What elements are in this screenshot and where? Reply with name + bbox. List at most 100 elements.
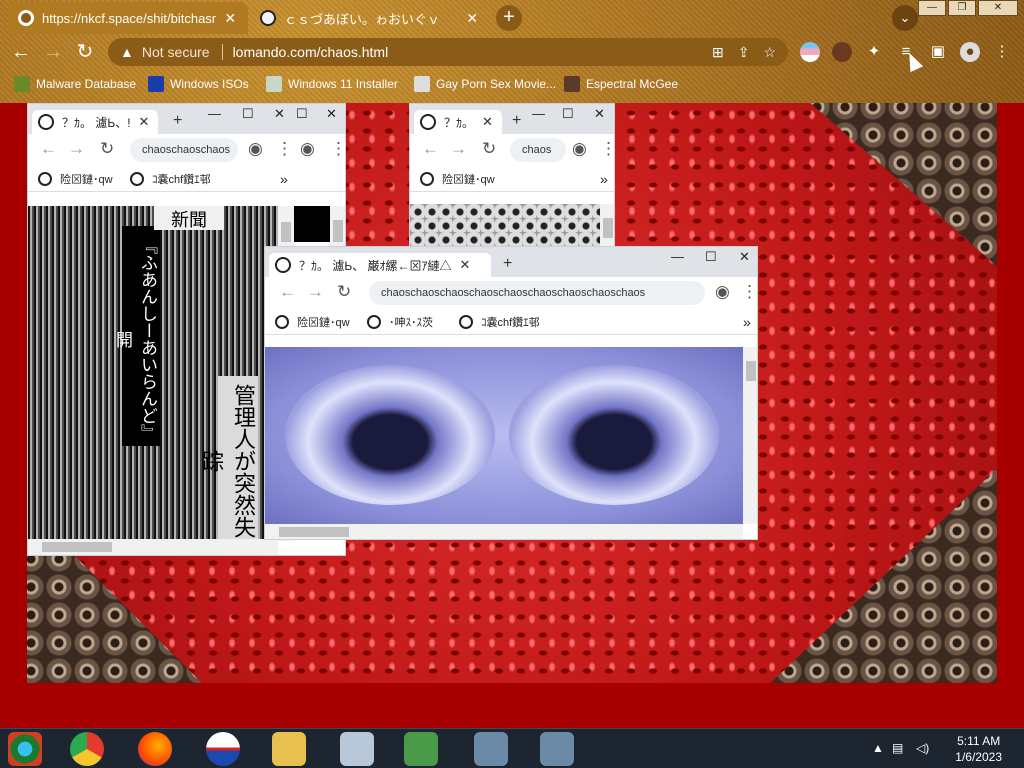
close-window-button[interactable]: ✕ [594,106,605,122]
popup-bookmark[interactable]: 险⊠鏈･qw [420,171,495,187]
forward-button[interactable]: → [40,39,66,65]
close-window-button[interactable]: ✕ [326,106,337,122]
remote-desktop-icon[interactable] [540,732,574,766]
network-icon[interactable] [404,732,438,766]
minimize-button[interactable]: — [918,0,946,16]
reload-button[interactable]: ↻ [337,282,351,302]
menu-dots-icon[interactable]: ⋮ [330,139,345,159]
close-tab-icon[interactable]: ✕ [460,257,471,273]
tab-csz[interactable]: ｃｓづあぼい。ゎおいぐｖ ✕ [250,2,490,34]
file-explorer-icon[interactable] [272,732,306,766]
tab-search-button[interactable]: ⌄ [892,5,918,31]
close-tab-icon[interactable]: ✕ [482,114,493,130]
back-button[interactable]: ← [40,139,57,159]
maximize-button[interactable]: ☐ [705,249,717,265]
close-tab-icon[interactable]: ✕ [139,114,150,130]
menu-dots-icon[interactable]: ⋮ [600,139,614,159]
horizontal-scrollbar[interactable] [265,524,743,539]
network-status-icon[interactable]: ▤ [892,741,903,755]
bookmark-windows-isos[interactable]: Windows ISOs [148,76,249,92]
popup-tab[interactable]: ？ｶ。 濾Ь、 巌ｵ縲←⊠ｱ縺△ ✕ [269,253,491,277]
forward-button[interactable]: → [450,139,467,159]
puzzle-extensions-icon[interactable]: ✦ [864,42,884,62]
remote-desktop-icon[interactable] [474,732,508,766]
menu-dots-icon[interactable]: ⋮ [276,139,293,159]
minimize-button[interactable]: — [671,249,684,264]
chrome-icon[interactable] [70,732,104,766]
scroll-thumb[interactable] [279,527,349,537]
maximize-button[interactable]: ❐ [948,0,976,16]
bookmarks-overflow-chevron-icon[interactable]: » [600,171,608,187]
bookmark-espectral-mcgee[interactable]: Espectral McGee [564,76,678,92]
scroll-thumb[interactable] [603,218,613,238]
maximize-button[interactable]: ☐ [296,106,308,122]
flag-extension-icon[interactable] [800,42,820,62]
menu-dots-icon[interactable]: ⋮ [741,282,757,302]
campaign-logo-icon[interactable] [206,732,240,766]
menu-dots-icon[interactable]: ⋮ [992,42,1012,62]
avatar-extension-icon[interactable] [832,42,852,62]
popup-bookmark[interactable]: 险⊠鏈･qw [275,314,350,330]
back-button[interactable]: ← [422,139,439,159]
bookmark-malware-database[interactable]: Malware Database [14,76,136,92]
panda-extension-icon[interactable]: ◉ [715,282,730,302]
popup-bookmark[interactable]: ｺ嚢chf鑽ｴ邨 [130,171,211,187]
reload-button[interactable]: ↻ [100,139,114,159]
maximize-button[interactable]: ☐ [562,106,574,122]
popup-address-bar[interactable]: chaos [510,138,566,162]
close-window-button[interactable]: ✕ [978,0,1018,16]
popup-address-bar[interactable]: chaoschaoschaos [130,138,238,162]
new-tab-button[interactable]: + [503,255,512,273]
vertical-scrollbar[interactable] [600,204,614,247]
address-bar[interactable]: ▲ Not secure lomando.com/chaos.html ⊞ ⇪ … [108,38,788,66]
popup-tab[interactable]: ？ｶ。 濾Ь、! ✕ [32,110,158,134]
maximize-button[interactable]: ☐ [242,106,254,122]
forward-button[interactable]: → [307,282,324,302]
firefox-icon[interactable] [138,732,172,766]
panda-extension-icon[interactable]: ◉ [572,139,587,159]
new-tab-button[interactable]: + [173,112,182,130]
horizontal-scrollbar[interactable] [28,539,278,555]
profile-icon[interactable]: ● [960,42,980,62]
side-panel-icon[interactable]: ▣ [928,42,948,62]
panda-extension-icon[interactable]: ◉ [248,139,263,159]
scroll-thumb[interactable] [42,542,112,552]
bookmark-movie[interactable]: Gay Porn Sex Movie... [414,76,556,92]
share-icon[interactable]: ⇪ [738,44,750,61]
reload-button[interactable]: ↻ [482,139,496,159]
show-hidden-icons-chevron-icon[interactable]: ▲ [872,741,884,755]
new-tab-button[interactable]: + [496,5,522,31]
popup-tab[interactable]: ？ｶ。 ✕ [414,110,502,134]
start-button-icon[interactable] [8,732,42,766]
volume-icon[interactable]: ◁) [916,741,929,755]
performance-monitor-icon[interactable] [340,732,374,766]
popup-bookmark[interactable]: ･呻ｽ･ｽ茨 [367,314,433,330]
url-text[interactable]: lomando.com/chaos.html [233,44,389,60]
bookmarks-overflow-chevron-icon[interactable]: » [743,314,751,330]
panda-extension-icon[interactable]: ◉ [300,139,315,159]
close-window-button[interactable]: ✕ [739,249,750,265]
clock[interactable]: 5:11 AM 1/6/2023 [955,733,1002,765]
back-button[interactable]: ← [279,282,296,302]
minimize-button[interactable]: — [208,106,221,121]
scroll-thumb[interactable] [333,220,343,242]
vertical-scrollbar[interactable] [743,347,757,524]
bookmark-star-icon[interactable]: ☆ [763,44,776,61]
reload-button[interactable]: ↻ [72,39,98,65]
popup-bookmark[interactable]: ｺ嚢chf鑽ｴ邨 [459,314,540,330]
close-window-button[interactable]: ✕ [274,106,285,122]
popup-bookmark[interactable]: 险⊠鏈･qw [38,171,113,187]
popup-window-chaos[interactable]: ？ｶ。 ✕ + — ☐ ✕ ← → ↻ chaos ◉ ⋮ 险⊠鏈･qw » [409,103,615,248]
bookmark-windows-11-installer[interactable]: Windows 11 Installer [266,76,398,92]
close-tab-icon[interactable]: ✕ [222,10,238,27]
bookmarks-overflow-chevron-icon[interactable]: » [280,171,288,187]
scroll-thumb[interactable] [281,222,291,242]
close-tab-icon[interactable]: ✕ [464,10,480,27]
translate-icon[interactable]: ⊞ [712,44,724,61]
vertical-scrollbar[interactable] [330,206,345,246]
forward-button[interactable]: → [68,139,85,159]
back-button[interactable]: ← [8,39,34,65]
scroll-thumb[interactable] [746,361,756,381]
tab-bitchasm[interactable]: https://nkcf.space/shit/bitchasm ✕ [8,2,248,34]
not-secure-label[interactable]: Not secure [142,44,210,60]
